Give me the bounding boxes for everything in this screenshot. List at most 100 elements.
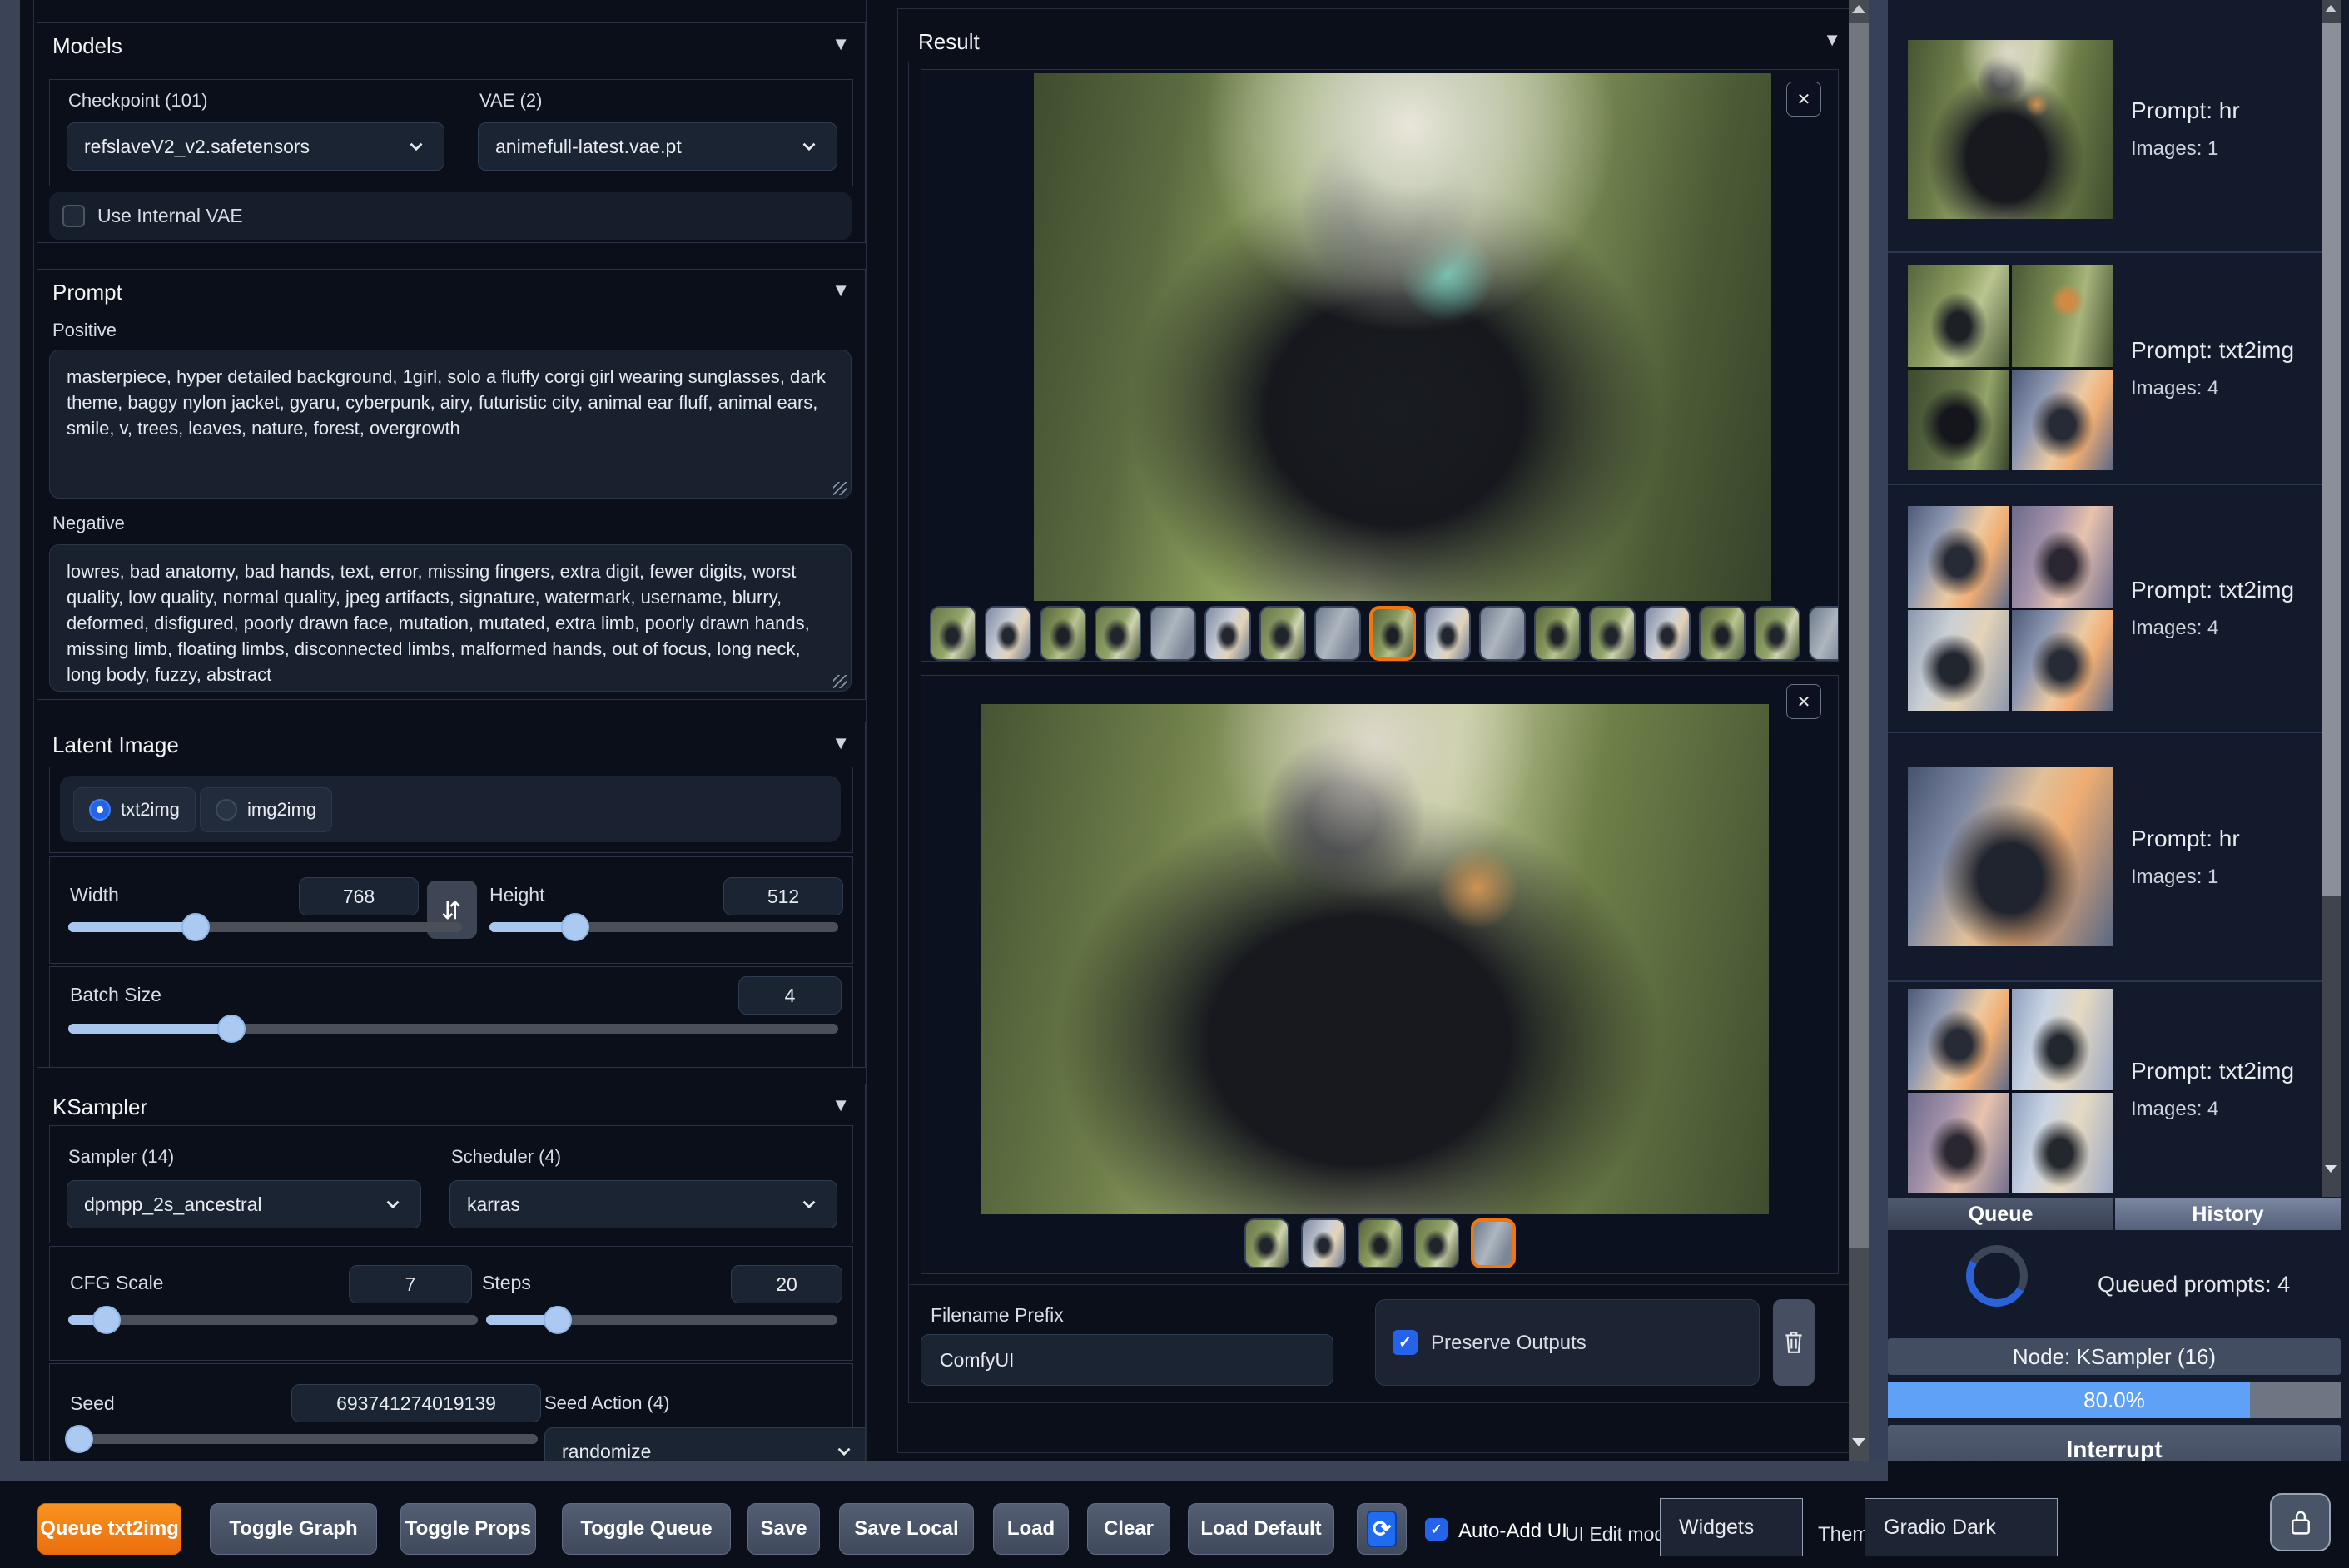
- steps-input[interactable]: [731, 1265, 842, 1303]
- resize-handle[interactable]: [833, 675, 847, 688]
- steps-slider[interactable]: [486, 1306, 837, 1334]
- result-thumbnail[interactable]: [1589, 606, 1636, 661]
- history-item[interactable]: Prompt: txt2img Images: 4: [1888, 982, 2322, 1197]
- history-item[interactable]: Prompt: txt2img Images: 4: [1888, 253, 2322, 484]
- filename-prefix-input[interactable]: [921, 1334, 1333, 1386]
- scroll-down-button[interactable]: [1852, 1438, 1865, 1446]
- refresh-button[interactable]: ⟳: [1357, 1503, 1407, 1555]
- width-slider[interactable]: [68, 913, 462, 941]
- mode-txt2img-radio[interactable]: txt2img: [73, 787, 196, 832]
- scroll-up-button[interactable]: [2325, 5, 2337, 12]
- seed-input[interactable]: [291, 1384, 541, 1422]
- result-thumbnail[interactable]: [1534, 606, 1581, 661]
- interrupt-button[interactable]: Interrupt: [1888, 1425, 2341, 1461]
- result-thumbnail[interactable]: [1699, 606, 1746, 661]
- result-thumbnail[interactable]: [1479, 606, 1526, 661]
- auto-add-ui-checkbox[interactable]: ✓: [1425, 1518, 1448, 1541]
- tab-history[interactable]: History: [2115, 1198, 2341, 1230]
- height-slider-handle[interactable]: [560, 913, 589, 941]
- history-item[interactable]: Prompt: hr Images: 1: [1888, 7, 2322, 251]
- seed-slider-handle[interactable]: [65, 1425, 94, 1453]
- collapse-icon[interactable]: ▼: [832, 732, 850, 754]
- positive-prompt-input[interactable]: masterpiece, hyper detailed background, …: [49, 350, 852, 499]
- result-thumbnail-selected[interactable]: [1369, 606, 1416, 661]
- load-button[interactable]: Load: [993, 1503, 1069, 1555]
- queue-txt2img-button[interactable]: Queue txt2img: [37, 1503, 181, 1555]
- batch-size-slider[interactable]: [68, 1015, 838, 1043]
- use-internal-vae-row[interactable]: Use Internal VAE: [49, 192, 852, 240]
- toggle-queue-button[interactable]: Toggle Queue: [562, 1503, 731, 1555]
- toggle-graph-button[interactable]: Toggle Graph: [210, 1503, 377, 1555]
- save-local-button[interactable]: Save Local: [839, 1503, 974, 1555]
- use-internal-vae-checkbox[interactable]: [62, 205, 85, 227]
- result-thumbnail-selected[interactable]: [1470, 1218, 1516, 1268]
- toggle-props-button[interactable]: Toggle Props: [400, 1503, 536, 1555]
- collapse-icon[interactable]: ▼: [832, 1094, 850, 1116]
- result-thumbnail[interactable]: [1424, 606, 1471, 661]
- preserve-outputs-box[interactable]: ✓ Preserve Outputs: [1375, 1299, 1760, 1386]
- history-item[interactable]: Prompt: txt2img Images: 4: [1888, 485, 2322, 732]
- main-horizontal-scrollbar[interactable]: [0, 1461, 1888, 1481]
- result-thumbnail[interactable]: [1300, 1218, 1346, 1268]
- scheduler-select[interactable]: karras: [449, 1180, 837, 1228]
- widgets-select[interactable]: Widgets: [1660, 1498, 1803, 1556]
- preserve-outputs-checkbox[interactable]: ✓: [1393, 1330, 1418, 1355]
- seed-slider[interactable]: [65, 1425, 538, 1453]
- result-thumbnail[interactable]: [1314, 606, 1361, 661]
- cfg-scale-slider[interactable]: [68, 1306, 478, 1334]
- collapse-icon[interactable]: ▼: [832, 280, 850, 301]
- clear-button[interactable]: Clear: [1087, 1503, 1170, 1555]
- result-thumbnail[interactable]: [1357, 1218, 1403, 1268]
- result-image-1[interactable]: [1034, 73, 1771, 601]
- width-slider-handle[interactable]: [181, 913, 211, 941]
- result-thumbnail[interactable]: [1095, 606, 1141, 661]
- height-slider[interactable]: [489, 913, 838, 941]
- result-thumbnail[interactable]: [1244, 1218, 1289, 1268]
- height-input[interactable]: [723, 877, 843, 915]
- trash-icon: [1785, 1332, 1802, 1353]
- tab-queue[interactable]: Queue: [1888, 1198, 2113, 1230]
- cfg-scale-slider-handle[interactable]: [92, 1306, 122, 1334]
- sidebar-scrollbar[interactable]: [2322, 0, 2341, 1197]
- scroll-down-button[interactable]: [2325, 1165, 2337, 1173]
- sampler-select[interactable]: dpmpp_2s_ancestral: [67, 1180, 421, 1228]
- result-thumbnail[interactable]: [1809, 606, 1838, 661]
- scrollbar-thumb[interactable]: [2322, 23, 2341, 896]
- history-thumbnail-grid: [1908, 989, 2113, 1193]
- checkpoint-select[interactable]: refslaveV2_v2.safetensors: [67, 122, 444, 171]
- result-thumbnail[interactable]: [985, 606, 1031, 661]
- result-thumbnail[interactable]: [1204, 606, 1251, 661]
- history-item[interactable]: Prompt: hr Images: 1: [1888, 733, 2322, 980]
- load-default-button[interactable]: Load Default: [1188, 1503, 1334, 1555]
- result-thumbnail[interactable]: [1150, 606, 1196, 661]
- result-image-2[interactable]: [981, 704, 1769, 1214]
- width-input[interactable]: [299, 877, 419, 915]
- delete-outputs-button[interactable]: [1773, 1299, 1815, 1386]
- result-thumbnail[interactable]: [1040, 606, 1086, 661]
- steps-slider-handle[interactable]: [544, 1306, 573, 1334]
- cfg-scale-input[interactable]: [349, 1265, 472, 1303]
- mode-img2img-radio[interactable]: img2img: [200, 787, 333, 832]
- batch-size-input[interactable]: [738, 976, 842, 1015]
- collapse-icon[interactable]: ▼: [832, 33, 850, 55]
- result-thumbnail[interactable]: [1259, 606, 1306, 661]
- resize-handle[interactable]: [833, 482, 847, 495]
- close-image-button[interactable]: ✕: [1786, 82, 1821, 117]
- vae-select[interactable]: animefull-latest.vae.pt: [478, 122, 837, 171]
- result-thumbnail[interactable]: [930, 606, 976, 661]
- result-thumbnail[interactable]: [1644, 606, 1691, 661]
- result-thumbnail[interactable]: [1754, 606, 1800, 661]
- lock-ui-button[interactable]: [2270, 1493, 2331, 1551]
- scrollbar-thumb[interactable]: [1849, 23, 1869, 1248]
- main-vertical-scrollbar[interactable]: [1849, 0, 1869, 1461]
- close-image-button[interactable]: ✕: [1786, 684, 1821, 719]
- left-scrollbar-track[interactable]: [0, 0, 20, 1461]
- negative-prompt-input[interactable]: lowres, bad anatomy, bad hands, text, er…: [49, 544, 852, 692]
- collapse-icon[interactable]: ▼: [1823, 29, 1841, 51]
- theme-select[interactable]: Gradio Dark: [1865, 1498, 2058, 1556]
- scroll-up-button[interactable]: [1852, 5, 1865, 13]
- batch-size-slider-handle[interactable]: [217, 1015, 246, 1043]
- seed-action-select[interactable]: randomize: [544, 1427, 865, 1461]
- save-button[interactable]: Save: [747, 1503, 820, 1555]
- result-thumbnail[interactable]: [1413, 1218, 1459, 1268]
